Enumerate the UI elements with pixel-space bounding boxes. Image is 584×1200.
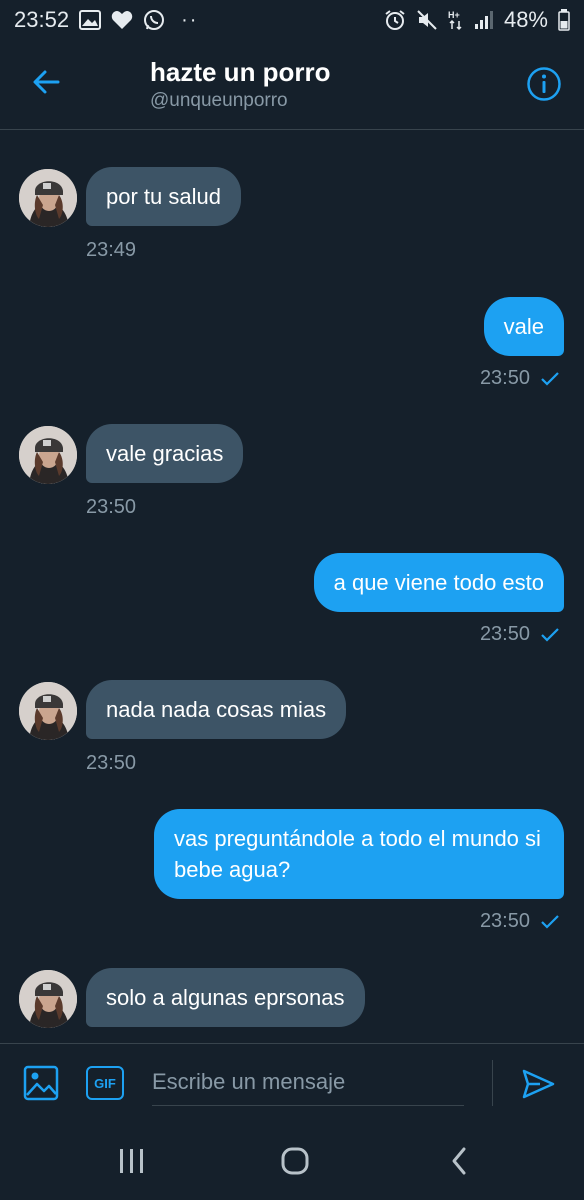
sent-check-icon xyxy=(541,914,559,929)
battery-icon xyxy=(558,9,570,31)
avatar[interactable] xyxy=(19,426,77,484)
conversation-title: hazte un porro xyxy=(150,57,331,87)
conversation-header: hazte un porro @unqueunporro xyxy=(0,40,584,130)
message-timestamp: 23:50 xyxy=(480,623,560,646)
notification-dots: ·· xyxy=(181,8,199,31)
message-bubble-outgoing[interactable]: a que viene todo esto xyxy=(313,553,564,612)
alarm-icon xyxy=(384,9,406,31)
message-bubble-incoming[interactable]: vale gracias xyxy=(86,424,244,483)
message-time: 23:50 xyxy=(479,623,530,645)
message-list[interactable]: por tu salud 23:49 vale 23:50 vale graci… xyxy=(0,131,584,1043)
avatar[interactable] xyxy=(19,970,77,1028)
hplus-icon: H+ xyxy=(448,9,464,31)
status-bar-left: 23:52 ·· xyxy=(14,7,198,33)
message-time: 23:50 xyxy=(479,910,530,932)
dm-conversation-screen: 23:52 ·· H+ 48% hazte un porro @unqueunp… xyxy=(0,0,584,1200)
message-bubble-incoming[interactable]: solo a algunas eprsonas xyxy=(86,968,365,1027)
message-timestamp: 23:50 xyxy=(86,752,137,774)
message-time: 23:50 xyxy=(479,367,530,389)
status-time: 23:52 xyxy=(14,7,70,32)
back-arrow-icon[interactable] xyxy=(28,64,64,100)
info-icon[interactable] xyxy=(526,66,562,102)
message-timestamp: 23:50 xyxy=(86,496,137,518)
message-bubble-outgoing[interactable]: vas preguntándole a todo el mundo si beb… xyxy=(154,809,564,899)
heart-icon xyxy=(111,10,133,30)
status-bar-right: H+ 48% xyxy=(384,7,570,33)
mute-icon xyxy=(416,9,438,31)
avatar[interactable] xyxy=(19,682,77,740)
recent-apps-icon[interactable] xyxy=(112,1143,152,1179)
home-icon[interactable] xyxy=(274,1143,314,1179)
back-nav-icon[interactable] xyxy=(440,1143,480,1179)
message-timestamp: 23:50 xyxy=(480,367,560,390)
conversation-handle: @unqueunporro xyxy=(150,90,288,111)
gif-button[interactable]: GIF xyxy=(86,1066,124,1100)
message-composer: GIF xyxy=(0,1043,584,1121)
whatsapp-icon xyxy=(143,9,165,31)
battery-level: 48% xyxy=(503,7,548,32)
signal-icon xyxy=(474,10,494,30)
add-image-icon[interactable] xyxy=(22,1064,60,1102)
sent-check-icon xyxy=(541,627,559,642)
composer-divider xyxy=(492,1060,493,1106)
conversation-title-block[interactable]: hazte un porro @unqueunporro xyxy=(150,56,331,114)
avatar[interactable] xyxy=(19,169,77,227)
message-bubble-outgoing[interactable]: vale xyxy=(483,297,564,356)
message-timestamp: 23:49 xyxy=(86,239,137,261)
image-icon xyxy=(79,10,102,30)
status-bar: 23:52 ·· H+ 48% xyxy=(0,0,584,40)
message-timestamp: 23:50 xyxy=(480,910,560,933)
message-input[interactable] xyxy=(152,1058,464,1106)
message-bubble-incoming[interactable]: por tu salud xyxy=(86,167,241,226)
system-nav-bar xyxy=(0,1121,584,1200)
sent-check-icon xyxy=(541,371,559,386)
send-icon[interactable] xyxy=(520,1066,556,1102)
message-bubble-incoming[interactable]: nada nada cosas mias xyxy=(86,680,347,739)
svg-text:H+: H+ xyxy=(448,10,460,20)
